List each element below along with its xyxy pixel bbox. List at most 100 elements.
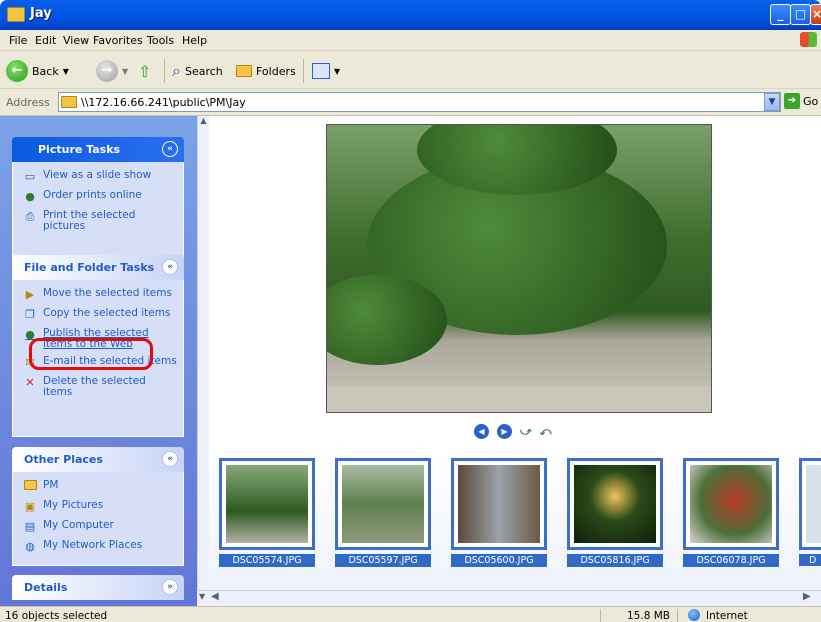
folder-icon bbox=[61, 96, 77, 108]
chevron-down-icon[interactable]: ▼ bbox=[334, 67, 340, 76]
highlight-annotation bbox=[29, 338, 153, 370]
toolbar-separator bbox=[164, 59, 165, 83]
folder-icon bbox=[23, 480, 37, 494]
picture-tasks-panel: Picture Tasks « ▭ View as a slide show ● O… bbox=[12, 137, 184, 258]
rotate-clockwise-icon[interactable]: ⤻ bbox=[520, 425, 532, 439]
next-image-icon[interactable]: ▶ bbox=[497, 424, 512, 439]
place-my-pictures[interactable]: ▣ My Pictures bbox=[23, 500, 177, 514]
address-value: \\172.16.66.241\public\PM\Jay bbox=[81, 95, 246, 109]
task-delete[interactable]: ✕ Delete the selected items bbox=[23, 376, 177, 398]
collapse-chevron-icon[interactable]: « bbox=[162, 451, 178, 467]
folders-icon bbox=[236, 65, 252, 77]
views-button[interactable]: ▼ bbox=[312, 60, 340, 82]
slideshow-icon: ▭ bbox=[24, 170, 36, 183]
thumbnail[interactable]: DSC05816.JPG bbox=[567, 458, 663, 567]
back-button[interactable]: ← Back ▼ bbox=[6, 60, 69, 82]
menu-edit[interactable]: Edit bbox=[35, 34, 56, 47]
title-bar[interactable]: Jay _ □ × bbox=[0, 0, 821, 30]
delete-x-icon: ✕ bbox=[25, 376, 35, 389]
previous-image-icon[interactable]: ◀ bbox=[474, 424, 489, 439]
place-my-network[interactable]: ◍ My Network Places bbox=[23, 540, 177, 554]
address-label: Address bbox=[6, 96, 50, 109]
scroll-down-icon[interactable]: ▼ bbox=[199, 592, 205, 601]
scroll-right-icon[interactable]: ▶ bbox=[803, 591, 811, 602]
maximize-button[interactable]: □ bbox=[790, 4, 811, 25]
up-folder-icon: ⇧ bbox=[138, 61, 152, 81]
computer-icon: ▤ bbox=[24, 520, 36, 533]
status-selection: 16 objects selected bbox=[5, 610, 108, 622]
collapse-chevron-icon[interactable]: « bbox=[162, 141, 178, 157]
collapse-chevron-icon[interactable]: « bbox=[162, 259, 178, 275]
task-copy[interactable]: ❐ Copy the selected items bbox=[23, 308, 177, 322]
file-folder-tasks-title: File and Folder Tasks bbox=[24, 261, 155, 274]
thumbnail-label: DSC05600.JPG bbox=[451, 554, 547, 567]
task-print[interactable]: ⎙ Print the selected pictures bbox=[23, 210, 177, 232]
thumbnail[interactable]: DSC05597.JPG bbox=[335, 458, 431, 567]
other-places-title: Other Places bbox=[24, 453, 103, 466]
minimize-button[interactable]: _ bbox=[770, 4, 791, 25]
details-panel: Details » bbox=[12, 575, 184, 600]
other-places-header[interactable]: Other Places « bbox=[12, 447, 184, 472]
chevron-down-icon[interactable]: ▼ bbox=[122, 67, 128, 76]
task-move[interactable]: ▶ Move the selected items bbox=[23, 288, 177, 302]
toolbar: ← Back ▼ → ▼ ⇧ ⌕ Search Folders ▼ bbox=[0, 51, 821, 89]
thumbnail[interactable]: DSC06078.JPG bbox=[683, 458, 779, 567]
image-preview[interactable] bbox=[326, 124, 712, 413]
thumbnail[interactable]: DSC05600.JPG bbox=[451, 458, 547, 567]
folders-label: Folders bbox=[256, 64, 296, 78]
network-icon: ◍ bbox=[25, 540, 35, 553]
go-button[interactable]: ➔ Go bbox=[784, 93, 818, 109]
copy-icon: ❐ bbox=[25, 308, 35, 321]
task-slideshow[interactable]: ▭ View as a slide show bbox=[23, 170, 177, 184]
picture-tasks-header[interactable]: Picture Tasks « bbox=[12, 137, 184, 162]
menu-help[interactable]: Help bbox=[182, 34, 207, 47]
scroll-left-icon[interactable]: ◀ bbox=[211, 591, 219, 602]
thumbnail[interactable]: DSC05574.JPG bbox=[219, 458, 315, 567]
folders-button[interactable]: Folders bbox=[236, 60, 296, 82]
views-icon bbox=[312, 63, 330, 79]
search-button[interactable]: ⌕ Search bbox=[172, 60, 223, 82]
address-dropdown-button[interactable]: ▼ bbox=[764, 93, 780, 111]
scroll-up-icon[interactable]: ▲ bbox=[198, 116, 209, 130]
place-pm[interactable]: PM bbox=[23, 480, 177, 494]
status-size: 15.8 MB bbox=[627, 610, 670, 622]
file-folder-tasks-header[interactable]: File and Folder Tasks « bbox=[12, 255, 184, 280]
close-button[interactable]: × bbox=[810, 4, 821, 25]
menu-view[interactable]: View bbox=[63, 34, 89, 47]
menu-tools[interactable]: Tools bbox=[147, 34, 174, 47]
up-folder-button[interactable]: ⇧ bbox=[138, 60, 151, 82]
expand-chevron-icon[interactable]: » bbox=[162, 579, 178, 595]
details-header[interactable]: Details » bbox=[12, 575, 184, 600]
status-divider bbox=[677, 609, 678, 622]
rotate-counterclockwise-icon[interactable]: ⤺ bbox=[540, 425, 552, 439]
status-divider bbox=[600, 609, 601, 622]
task-pane-scrollbar[interactable]: ▲ bbox=[197, 116, 209, 606]
gravel-ground bbox=[327, 387, 711, 412]
thumbnail[interactable]: D bbox=[799, 458, 821, 566]
go-label: Go bbox=[803, 94, 819, 108]
toolbar-separator bbox=[303, 59, 304, 83]
place-my-computer[interactable]: ▤ My Computer bbox=[23, 520, 177, 534]
thumbnail-label: DSC05574.JPG bbox=[219, 554, 315, 567]
window-title: Jay bbox=[30, 6, 52, 21]
folder-icon bbox=[7, 7, 25, 22]
forward-button[interactable]: → ▼ bbox=[96, 60, 128, 82]
picture-tasks-title: Picture Tasks bbox=[38, 143, 121, 156]
menu-bar: File Edit View Favorites Tools Help bbox=[0, 30, 821, 51]
menu-file[interactable]: File bbox=[9, 34, 27, 47]
details-title: Details bbox=[24, 581, 68, 594]
address-input[interactable]: \\172.16.66.241\public\PM\Jay bbox=[58, 92, 781, 112]
menu-favorites[interactable]: Favorites bbox=[93, 34, 143, 47]
go-arrow-icon: ➔ bbox=[784, 93, 800, 109]
thumbnail-label: DSC06078.JPG bbox=[683, 554, 779, 567]
chevron-down-icon[interactable]: ▼ bbox=[63, 67, 69, 76]
status-zone: Internet bbox=[706, 610, 748, 622]
thumbnail-label: D bbox=[799, 554, 821, 566]
task-order-prints[interactable]: ● Order prints online bbox=[23, 190, 177, 204]
address-bar: Address \\172.16.66.241\public\PM\Jay ▼ … bbox=[0, 89, 821, 116]
forward-arrow-icon: → bbox=[96, 60, 118, 82]
horizontal-scrollbar[interactable]: ▼ ◀ ▶ bbox=[197, 590, 821, 606]
windows-logo-icon bbox=[800, 32, 817, 47]
thumbnail-label: DSC05816.JPG bbox=[567, 554, 663, 567]
back-label: Back bbox=[32, 64, 59, 78]
